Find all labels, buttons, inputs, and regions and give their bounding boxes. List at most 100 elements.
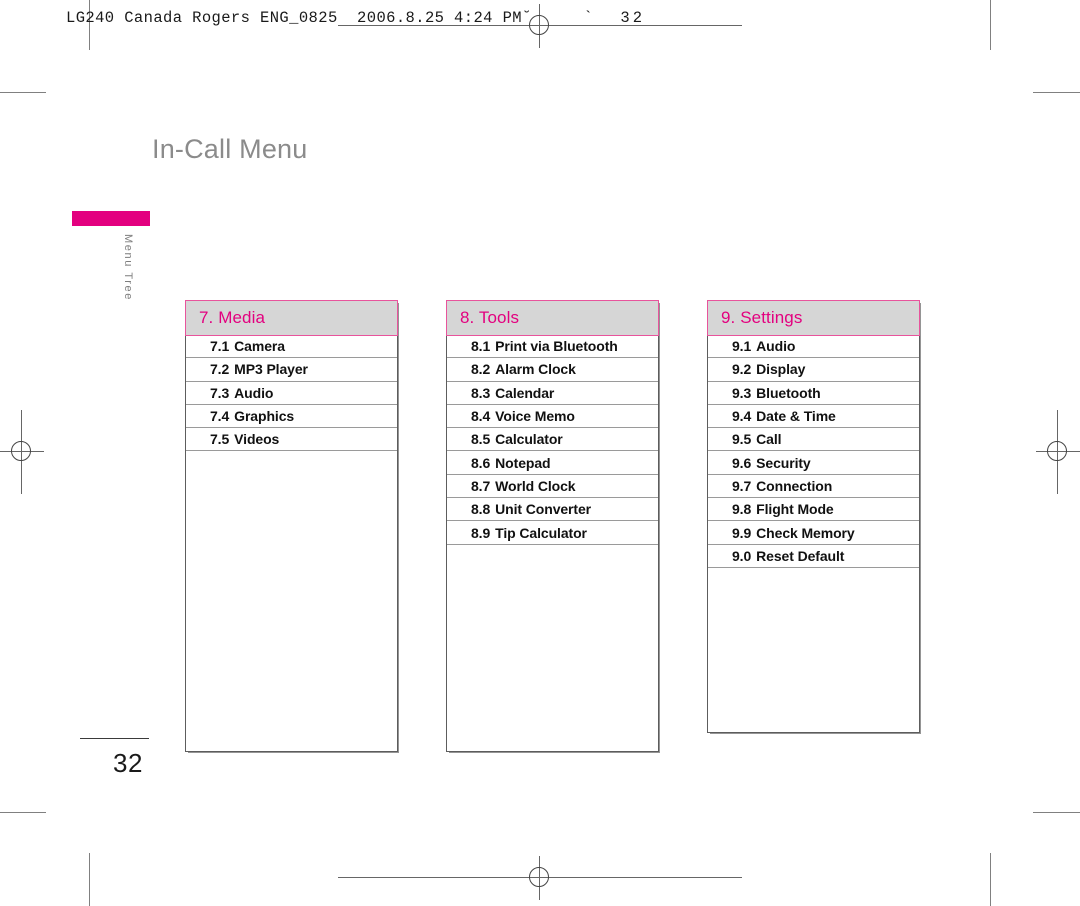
crop-mark-bottom-right-horizontal — [1033, 812, 1080, 813]
page-number-rule — [80, 738, 149, 739]
crop-mark-top-left-horizontal — [0, 92, 46, 93]
page-title: In-Call Menu — [152, 134, 308, 164]
menu-row-label: MP3 Player — [234, 361, 308, 378]
menu-row[interactable]: 9.5 Call — [708, 428, 919, 452]
menu-row[interactable]: 7.1 Camera — [186, 335, 397, 359]
menu-row-label: Date & Time — [756, 408, 836, 425]
menu-row-number: 7.2 — [210, 361, 230, 378]
menu-row-number: 9.1 — [732, 338, 752, 355]
menu-row[interactable]: 8.2 Alarm Clock — [447, 358, 658, 382]
menu-rows-media: 7.1 Camera 7.2 MP3 Player 7.3 Audio 7.4 Grap… — [186, 335, 397, 452]
menu-row-number: 8.6 — [471, 454, 491, 471]
menu-row-label: World Clock — [495, 477, 576, 494]
menu-row-number: 9.4 — [732, 408, 752, 425]
menu-row-number: 7.4 — [210, 408, 230, 425]
registration-mark-left-center — [0, 410, 44, 494]
print-slug-header: LG240 Canada Rogers ENG_0825 2006.8.25 4… — [66, 9, 645, 27]
menu-row-label: Display — [756, 361, 806, 378]
menu-row[interactable]: 9.6 Security — [708, 451, 919, 475]
menu-row-number: 9.6 — [732, 454, 752, 471]
menu-row[interactable]: 9.0 Reset Default — [708, 545, 919, 568]
menu-row-label: Reset Default — [756, 547, 845, 564]
menu-row-label: Notepad — [495, 454, 551, 471]
menu-column-header-tools: 8. Tools — [446, 300, 659, 336]
menu-row-number: 9.2 — [732, 361, 752, 378]
menu-row[interactable]: 8.7 World Clock — [447, 475, 658, 499]
menu-row-number: 9.9 — [732, 524, 752, 541]
print-slug-text: LG240 Canada Rogers ENG_0825 2006.8.25 4… — [66, 9, 522, 27]
menu-row[interactable]: 7.2 MP3 Player — [186, 358, 397, 382]
menu-rows-tools: 8.1 Print via Bluetooth 8.2 Alarm Clock 8.… — [447, 335, 658, 545]
menu-row[interactable]: 9.1 Audio — [708, 335, 919, 359]
menu-row[interactable]: 8.6 Notepad — [447, 451, 658, 475]
crop-mark-top-right-horizontal — [1033, 92, 1080, 93]
menu-row[interactable]: 7.5 Videos — [186, 428, 397, 452]
menu-row[interactable]: 7.4 Graphics — [186, 405, 397, 429]
menu-row[interactable]: 9.3 Bluetooth — [708, 382, 919, 405]
menu-row-label: Camera — [234, 338, 285, 355]
menu-row-label: Flight Mode — [756, 501, 834, 518]
menu-row-label: Unit Converter — [495, 501, 592, 518]
crop-mark-bottom-left-horizontal — [0, 812, 46, 813]
menu-row-number: 8.7 — [471, 477, 491, 494]
menu-column-tools: 8. Tools 8.1 Print via Bluetooth 8.2 Alarm… — [446, 300, 659, 752]
menu-row-label: Audio — [234, 384, 274, 401]
menu-row-number: 9.7 — [732, 477, 752, 494]
menu-row[interactable]: 9.9 Check Memory — [708, 521, 919, 545]
menu-row-number: 9.8 — [732, 501, 752, 518]
menu-row-label: Call — [756, 431, 782, 448]
menu-row[interactable]: 9.4 Date & Time — [708, 405, 919, 429]
menu-row[interactable]: 8.8 Unit Converter — [447, 498, 658, 522]
menu-row-label: Voice Memo — [495, 408, 575, 425]
menu-row[interactable]: 7.3 Audio — [186, 382, 397, 405]
menu-row-label: Calculator — [495, 431, 563, 448]
menu-column-header-media: 7. Media — [185, 300, 398, 336]
menu-rows-settings: 9.1 Audio 9.2 Display 9.3 Bluetooth 9.4 Date… — [708, 335, 919, 568]
menu-row-number: 8.1 — [471, 338, 491, 355]
menu-row[interactable]: 8.9 Tip Calculator — [447, 521, 658, 545]
registration-circle — [529, 867, 549, 887]
menu-row-label: Tip Calculator — [495, 524, 587, 541]
menu-row-number: 7.1 — [210, 338, 230, 355]
print-slug-tail: ˘ ` 32 — [521, 9, 645, 27]
crop-mark-bottom-left-vertical — [89, 853, 90, 906]
page-number: 32 — [113, 748, 143, 778]
menu-row-number: 9.5 — [732, 431, 752, 448]
menu-row-number: 7.3 — [210, 384, 230, 401]
menu-column-media: 7. Media 7.1 Camera 7.2 MP3 Player 7.3 Audi… — [185, 300, 398, 752]
registration-mark-right-center — [1036, 410, 1080, 494]
menu-row-label: Graphics — [234, 408, 295, 425]
menu-row[interactable]: 9.2 Display — [708, 358, 919, 382]
menu-row-number: 9.0 — [732, 547, 752, 564]
menu-row[interactable]: 9.7 Connection — [708, 475, 919, 499]
registration-mark-bottom-center — [338, 856, 742, 900]
crop-mark-top-right-vertical — [990, 0, 991, 50]
menu-row-number: 8.4 — [471, 408, 491, 425]
menu-row-number: 9.3 — [732, 384, 752, 401]
menu-row-number: 8.3 — [471, 384, 491, 401]
menu-row[interactable]: 8.1 Print via Bluetooth — [447, 335, 658, 359]
crop-mark-bottom-right-vertical — [990, 853, 991, 906]
menu-row-number: 7.5 — [210, 431, 230, 448]
menu-row[interactable]: 8.4 Voice Memo — [447, 405, 658, 429]
menu-row[interactable]: 9.8 Flight Mode — [708, 498, 919, 522]
menu-row-label: Check Memory — [756, 524, 855, 541]
menu-row-number: 8.2 — [471, 361, 491, 378]
section-accent-bar — [72, 211, 150, 226]
menu-row-label: Bluetooth — [756, 384, 821, 401]
menu-column-settings: 9. Settings 9.1 Audio 9.2 Display 9.3 Bluet… — [707, 300, 920, 733]
menu-row-label: Alarm Clock — [495, 361, 576, 378]
registration-circle — [1047, 441, 1067, 461]
menu-row-number: 8.9 — [471, 524, 491, 541]
menu-row-label: Security — [756, 454, 811, 471]
menu-row[interactable]: 8.3 Calendar — [447, 382, 658, 405]
menu-row-number: 8.5 — [471, 431, 491, 448]
menu-row-label: Connection — [756, 477, 833, 494]
menu-row-label: Videos — [234, 431, 280, 448]
menu-row-label: Audio — [756, 338, 796, 355]
menu-column-header-settings: 9. Settings — [707, 300, 920, 336]
menu-row-number: 8.8 — [471, 501, 491, 518]
menu-row-label: Print via Bluetooth — [495, 338, 618, 355]
registration-circle — [11, 441, 31, 461]
menu-row[interactable]: 8.5 Calculator — [447, 428, 658, 452]
